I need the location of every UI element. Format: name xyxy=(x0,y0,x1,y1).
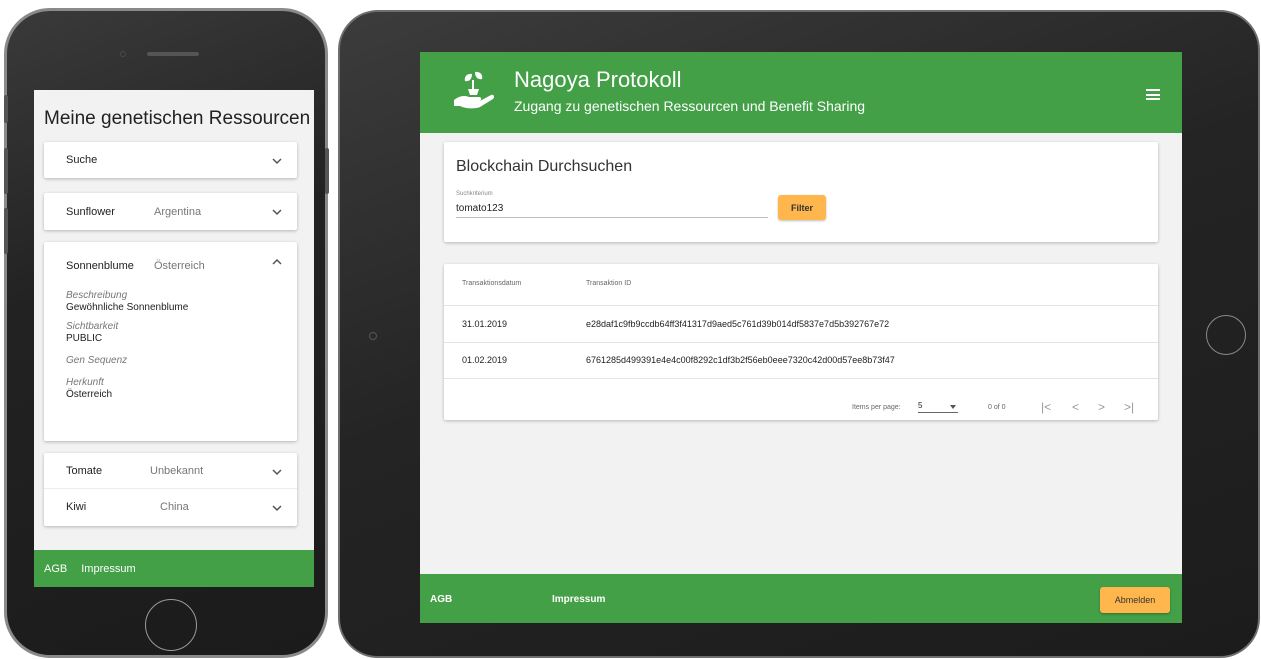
first-page-button[interactable]: |< xyxy=(1041,400,1051,414)
sichtbarkeit-value: PUBLIC xyxy=(66,333,103,344)
herkunft-value: Österreich xyxy=(66,389,113,400)
phone-side-button xyxy=(4,148,8,194)
search-card-title: Blockchain Durchsuchen xyxy=(456,158,633,175)
column-header-id[interactable]: Transaktion ID xyxy=(586,280,631,287)
sichtbarkeit-label: Sichtbarkeit xyxy=(66,321,119,332)
chevron-down-icon xyxy=(272,209,282,216)
search-panel[interactable]: Suche xyxy=(44,142,297,178)
resource-country: Österreich xyxy=(154,260,205,272)
phone-side-button xyxy=(325,148,329,194)
tablet-home-button xyxy=(1206,315,1246,355)
resource-country: Argentina xyxy=(154,205,202,218)
phone-home-button xyxy=(145,599,197,651)
next-page-button[interactable]: > xyxy=(1098,400,1105,414)
page-title: Meine genetischen Ressourcen xyxy=(44,108,311,129)
beschreibung-label: Beschreibung xyxy=(66,290,128,301)
divider xyxy=(444,378,1158,379)
tablet-camera xyxy=(369,332,377,340)
resource-country: China xyxy=(160,501,189,513)
app-footer: AGB Impressum Abmelden xyxy=(420,574,1182,623)
row-transaction-id: 6761285d499391e4e4c00f8292c1df3b2f56eb0e… xyxy=(586,355,895,365)
phone-screen: Meine genetischen Ressourcen Suche Sunfl… xyxy=(34,90,314,587)
chevron-up-icon xyxy=(272,258,282,265)
app-title: Nagoya Protokoll xyxy=(514,67,682,92)
items-per-page-label: Items per page: xyxy=(852,404,901,411)
resource-item-kiwi[interactable]: Kiwi China xyxy=(44,489,297,525)
divider xyxy=(444,342,1158,343)
resource-name: Sonnenblume xyxy=(66,260,134,272)
chevron-down-icon xyxy=(272,158,282,165)
tablet-device: Nagoya Protokoll Zugang zu genetischen R… xyxy=(338,10,1260,658)
resource-name: Sunflower xyxy=(66,205,115,218)
app-subtitle: Zugang zu genetischen Ressourcen und Ben… xyxy=(514,98,866,114)
phone-device: Meine genetischen Ressourcen Suche Sunfl… xyxy=(4,8,328,658)
phone-side-button xyxy=(4,95,8,123)
device-mockup-stage: Meine genetischen Ressourcen Suche Sunfl… xyxy=(0,0,1261,659)
plant-in-hand-logo-icon xyxy=(454,71,495,109)
agb-link[interactable]: AGB xyxy=(44,563,67,575)
divider xyxy=(444,305,1158,306)
resource-item-tomate[interactable]: Tomate Unbekannt xyxy=(44,453,297,489)
blockchain-search-card: Blockchain Durchsuchen Suchkriterium Fil… xyxy=(444,142,1158,242)
row-date: 31.01.2019 xyxy=(462,319,508,329)
resource-name: Kiwi xyxy=(66,501,87,513)
app-header: Nagoya Protokoll Zugang zu genetischen R… xyxy=(420,52,1182,133)
tablet-screen: Nagoya Protokoll Zugang zu genetischen R… xyxy=(420,52,1182,623)
search-field-label: Suchkriterium xyxy=(456,191,493,197)
dropdown-arrow-icon xyxy=(950,405,956,409)
resource-list-bottom: Tomate Unbekannt Kiwi China xyxy=(44,453,297,526)
items-per-page-value: 5 xyxy=(918,401,923,410)
phone-camera xyxy=(120,51,126,57)
pagination-range: 0 of 0 xyxy=(988,404,1006,411)
impressum-link[interactable]: Impressum xyxy=(552,594,605,605)
previous-page-button[interactable]: < xyxy=(1072,400,1079,414)
impressum-link[interactable]: Impressum xyxy=(81,563,135,575)
transactions-table: Transaktionsdatum Transaktion ID 31.01.2… xyxy=(444,264,1158,420)
filter-button[interactable]: Filter xyxy=(778,195,826,220)
resource-country: Unbekannt xyxy=(150,464,204,477)
row-date: 01.02.2019 xyxy=(462,355,508,365)
resource-name: Tomate xyxy=(66,464,103,477)
gensequenz-label: Gen Sequenz xyxy=(66,355,128,366)
column-header-date[interactable]: Transaktionsdatum xyxy=(462,280,521,287)
logout-button[interactable]: Abmelden xyxy=(1100,587,1170,613)
chevron-down-icon xyxy=(272,505,282,512)
herkunft-label: Herkunft xyxy=(66,377,104,388)
resource-item-sonnenblume-expanded[interactable]: Sonnenblume Österreich Beschreibung Gewö… xyxy=(44,242,297,441)
row-transaction-id: e28daf1c9fb9ccdb64ff3f41317d9aed5c761d39… xyxy=(586,319,890,329)
beschreibung-value: Gewöhnliche Sonnenblume xyxy=(66,302,189,313)
items-per-page-select[interactable]: 5 xyxy=(918,401,958,413)
hamburger-menu-icon[interactable] xyxy=(1146,89,1160,100)
agb-link[interactable]: AGB xyxy=(430,594,452,605)
chevron-down-icon xyxy=(272,469,282,476)
phone-footer: AGB Impressum xyxy=(34,550,314,587)
search-input[interactable] xyxy=(456,200,768,218)
phone-speaker xyxy=(147,52,199,56)
resource-item-sunflower[interactable]: Sunflower Argentina xyxy=(44,193,297,230)
search-panel-label: Suche xyxy=(66,154,98,166)
last-page-button[interactable]: >| xyxy=(1124,400,1134,414)
phone-side-button xyxy=(4,208,8,254)
resource-detail: Beschreibung Gewöhnliche Sonnenblume Sic… xyxy=(44,290,297,400)
